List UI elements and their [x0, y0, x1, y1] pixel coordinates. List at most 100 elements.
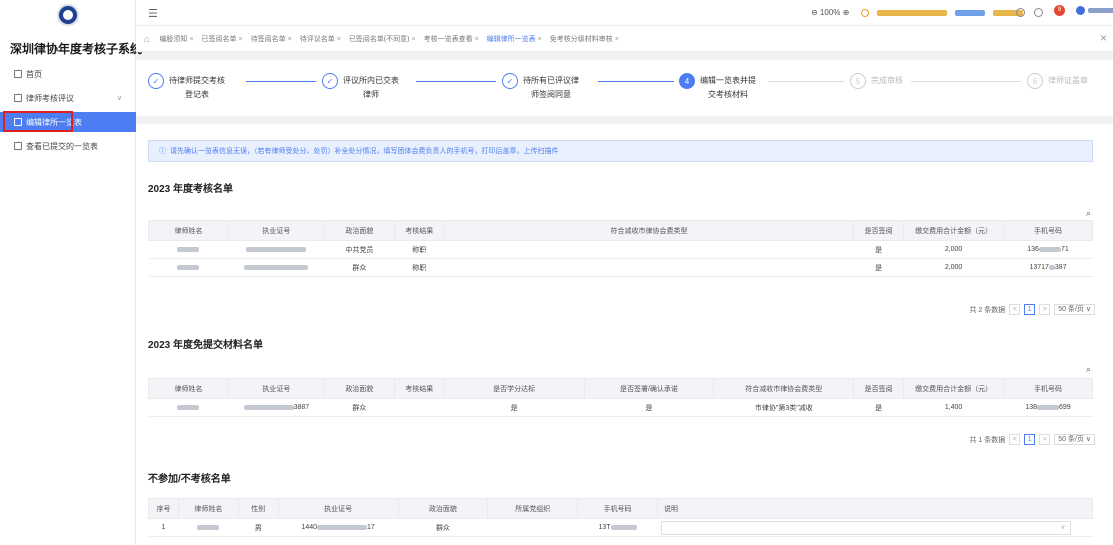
tab-bar: ⌂ 编股须知 × 已签阅名单 × 待签阅名单 × 待评议名单 × 已签阅名单(不同意) ×… — [136, 26, 1113, 52]
step-5: 5 完成审核 — [850, 73, 903, 89]
tab-to-review[interactable]: 待评议名单 × — [300, 34, 341, 44]
column-header: 执业证号 — [277, 498, 399, 519]
step-4: 4 编辑一览表并提 交考核材料 — [679, 73, 756, 102]
step-connector — [246, 81, 316, 82]
tab-signed[interactable]: 已签阅名单 × — [202, 34, 243, 44]
column-header: 手机号码 — [1003, 220, 1093, 241]
notice-text — [955, 10, 985, 16]
notification-badge[interactable]: 9 — [1054, 5, 1065, 16]
main-panel: ⓘ 请先确认一览表信息无误，（若有律师受处分、处罚）补全处分情况，填写团体会费负… — [136, 124, 1113, 545]
sidebar-item-label: 律师考核评议 — [26, 93, 74, 103]
home-icon[interactable]: ⌂ — [144, 34, 149, 44]
column-header: 所属党组织 — [487, 498, 579, 519]
step-number: 5 — [850, 73, 866, 89]
page-number[interactable]: 1 — [1024, 434, 1036, 445]
highlight-box — [3, 111, 73, 132]
column-header: 考核结果 — [393, 378, 445, 399]
table-row: 群众 称职 是 2,000 13717 387 — [148, 258, 1093, 277]
section-title-exempt: 2023 年度免提交材料名单 — [148, 340, 264, 351]
table-row: 1 男 1440 17 群众 13T ∨ — [148, 518, 1093, 537]
column-header: 律师姓名 — [177, 498, 239, 519]
column-header: 律师姓名 — [148, 378, 229, 399]
next-page-button[interactable]: > — [1039, 304, 1051, 315]
column-header: 是否学分达标 — [443, 378, 585, 399]
column-header: 政治面貌 — [323, 378, 395, 399]
column-header: 律师姓名 — [148, 220, 229, 241]
page-size-select[interactable]: 50 条/页 ∨ — [1054, 434, 1095, 445]
column-header: 执业证号 — [227, 378, 325, 399]
prev-page-button[interactable]: < — [1009, 434, 1021, 445]
close-icon: × — [614, 35, 619, 43]
help-icon[interactable] — [1016, 8, 1025, 17]
check-icon: ✓ — [502, 73, 518, 89]
prev-page-button[interactable]: < — [1009, 304, 1021, 315]
sidebar-item-submitted-list[interactable]: 查看已提交的一览表 — [0, 136, 136, 156]
sidebar-menu: 首页 律师考核评议 ∨ 编辑律所一览表 查看已提交的一览表 — [0, 64, 136, 160]
column-header: 执业证号 — [227, 220, 325, 241]
step-connector — [911, 81, 1021, 82]
sidebar-item-home[interactable]: 首页 — [0, 64, 136, 84]
page-size-select[interactable]: 50 条/页 ∨ — [1054, 304, 1095, 315]
not-participating-table: 序号 律师姓名 性别 执业证号 政治面貌 所属党组织 手机号码 说明 1 男 1… — [148, 498, 1094, 537]
tab-signed-disagree[interactable]: 已签阅名单(不同意) × — [349, 34, 416, 44]
notice-text — [877, 10, 947, 16]
sidebar-item-label: 查看已提交的一览表 — [26, 141, 98, 151]
search-icon[interactable]: ⌕ — [1086, 208, 1091, 219]
table-row: 中共党员 称职 是 2,000 136 71 — [148, 240, 1093, 259]
tab-list-view[interactable]: 考核一览表查看 × — [424, 34, 479, 44]
top-bar: ☰ ⊖ 100% ⊕ 9 — [136, 0, 1113, 26]
column-header: 符合减收市律协会费类型 — [443, 220, 855, 241]
check-icon: ✓ — [322, 73, 338, 89]
step-connector — [416, 81, 496, 82]
column-header: 是否签阅 — [853, 220, 905, 241]
search-icon[interactable]: ⌕ — [1086, 364, 1091, 375]
step-2: ✓ 评议所内已交表 律师 — [322, 73, 399, 102]
table-row: 3887 群众 是 是 市律协"第3类"减收 是 1,400 138 699 — [148, 398, 1093, 417]
home-icon — [14, 70, 22, 78]
progress-steps: ✓ 待律师提交考核 登记表 ✓ 评议所内已交表 律师 ✓ 待所有已评议律 师签阅同意 … — [136, 60, 1113, 116]
sidebar-item-edit-list[interactable]: 编辑律所一览表 — [0, 111, 136, 132]
column-header: 是否签阅 — [853, 378, 905, 399]
sidebar-item-review[interactable]: 律师考核评议 ∨ — [0, 88, 136, 108]
step-6: 6 律师证盖章 — [1027, 73, 1088, 89]
user-menu[interactable] — [1076, 6, 1113, 15]
close-icon: × — [189, 35, 194, 43]
step-1: ✓ 待律师提交考核 登记表 — [148, 73, 225, 102]
next-page-button[interactable]: > — [1039, 434, 1051, 445]
section-title-assessment: 2023 年度考核名单 — [148, 184, 234, 195]
zoom-control[interactable]: ⊖ 100% ⊕ — [811, 8, 849, 17]
column-header: 考核结果 — [393, 220, 445, 241]
settings-icon[interactable] — [1034, 8, 1043, 17]
column-header: 说明 — [656, 498, 1094, 519]
close-icon: × — [411, 35, 416, 43]
close-icon: × — [287, 35, 292, 43]
total-count: 共 2 条数据 — [969, 306, 1006, 314]
avatar — [1076, 6, 1085, 15]
column-header: 性别 — [237, 498, 279, 519]
assessment-table: 律师姓名 执业证号 政治面貌 考核结果 符合减收市律协会费类型 是否签阅 缴交费… — [148, 220, 1093, 277]
column-header: 手机号码 — [1003, 378, 1093, 399]
section-title-not-participating: 不参加/不考核名单 — [148, 474, 231, 485]
column-header: 政治面貌 — [397, 498, 489, 519]
list-icon — [14, 142, 22, 150]
sidebar: 深圳律协年度考核子系统 首页 律师考核评议 ∨ 编辑律所一览表 查看已提交的一览… — [0, 0, 142, 545]
close-all-icon[interactable]: × — [1100, 31, 1107, 45]
tab-to-sign[interactable]: 待签阅名单 × — [251, 34, 292, 44]
menu-toggle-icon[interactable]: ☰ — [148, 7, 158, 20]
close-icon: × — [336, 35, 341, 43]
tab-notice[interactable]: 编股须知 × — [159, 34, 193, 44]
column-header: 符合减收市律协会费类型 — [713, 378, 855, 399]
step-connector — [768, 81, 844, 82]
description-select[interactable]: ∨ — [661, 520, 1072, 535]
tab-edit-list[interactable]: 编辑律所一览表 × — [487, 34, 542, 44]
step-3: ✓ 待所有已评议律 师签阅同意 — [502, 73, 579, 102]
logo — [57, 4, 79, 26]
sidebar-item-label: 首页 — [26, 69, 42, 79]
column-header: 政治面貌 — [323, 220, 395, 241]
tab-exempt-review[interactable]: 免考核分级材料审核 × — [550, 34, 619, 44]
notice-ticker[interactable] — [861, 6, 1076, 20]
page-number[interactable]: 1 — [1024, 304, 1036, 315]
exempt-table: 律师姓名 执业证号 政治面貌 考核结果 是否学分达标 是否签署/确认承诺 符合减… — [148, 378, 1093, 417]
column-header: 手机号码 — [577, 498, 658, 519]
check-icon: ✓ — [148, 73, 164, 89]
